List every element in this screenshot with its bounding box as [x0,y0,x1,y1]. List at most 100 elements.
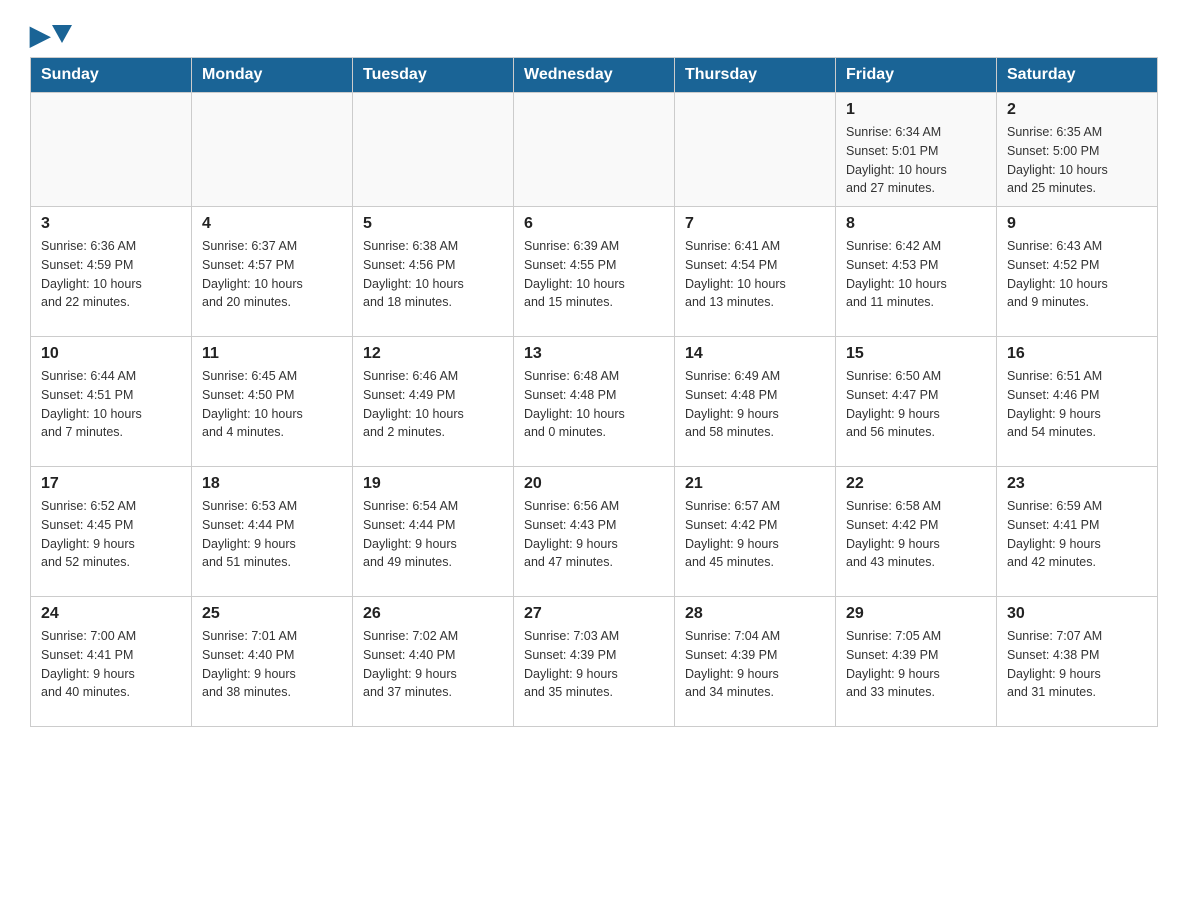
day-info: Sunrise: 6:52 AMSunset: 4:45 PMDaylight:… [41,497,181,572]
table-row: 10Sunrise: 6:44 AMSunset: 4:51 PMDayligh… [31,337,192,467]
day-number: 14 [685,345,825,363]
calendar-week-1: 1 Sunrise: 6:34 AMSunset: 5:01 PMDaylight… [31,93,1158,207]
table-row: 4 Sunrise: 6:37 AMSunset: 4:57 PMDaylight… [192,207,353,337]
weekday-header-saturday: Saturday [997,58,1158,93]
day-number: 22 [846,475,986,493]
table-row: 15 Sunrise: 6:50 AMSunset: 4:47 PMDayligh… [836,337,997,467]
day-info: Sunrise: 6:59 AMSunset: 4:41 PMDaylight:… [1007,497,1147,572]
day-number: 9 [1007,215,1147,233]
day-info: Sunrise: 6:38 AMSunset: 4:56 PMDaylight:… [363,237,503,312]
table-row: 30 Sunrise: 7:07 AMSunset: 4:38 PMDayligh… [997,597,1158,727]
day-info: Sunrise: 6:57 AMSunset: 4:42 PMDaylight:… [685,497,825,572]
table-row: 21 Sunrise: 6:57 AMSunset: 4:42 PMDayligh… [675,467,836,597]
day-number: 8 [846,215,986,233]
logo-text: ▶ [30,20,72,51]
day-number: 16 [1007,345,1147,363]
day-number: 11 [202,345,342,363]
table-row: 19Sunrise: 6:54 AMSunset: 4:44 PMDayligh… [353,467,514,597]
day-number: 13 [524,345,664,363]
day-info: Sunrise: 6:45 AMSunset: 4:50 PMDaylight:… [202,367,342,442]
table-row [675,93,836,207]
day-info: Sunrise: 6:56 AMSunset: 4:43 PMDaylight:… [524,497,664,572]
table-row: 28Sunrise: 7:04 AMSunset: 4:39 PMDayligh… [675,597,836,727]
calendar-body: 1 Sunrise: 6:34 AMSunset: 5:01 PMDaylight… [31,93,1158,727]
calendar-week-3: 10Sunrise: 6:44 AMSunset: 4:51 PMDayligh… [31,337,1158,467]
weekday-header-thursday: Thursday [675,58,836,93]
table-row: 22Sunrise: 6:58 AMSunset: 4:42 PMDayligh… [836,467,997,597]
day-number: 19 [363,475,503,493]
day-info: Sunrise: 6:43 AMSunset: 4:52 PMDaylight:… [1007,237,1147,312]
day-number: 18 [202,475,342,493]
day-info: Sunrise: 6:53 AMSunset: 4:44 PMDaylight:… [202,497,342,572]
day-number: 24 [41,605,181,623]
day-info: Sunrise: 6:49 AMSunset: 4:48 PMDaylight:… [685,367,825,442]
day-number: 7 [685,215,825,233]
table-row: 29 Sunrise: 7:05 AMSunset: 4:39 PMDayligh… [836,597,997,727]
table-row: 20 Sunrise: 6:56 AMSunset: 4:43 PMDayligh… [514,467,675,597]
weekday-header-tuesday: Tuesday [353,58,514,93]
day-info: Sunrise: 6:34 AMSunset: 5:01 PMDaylight:… [846,123,986,198]
table-row [192,93,353,207]
table-row [353,93,514,207]
day-number: 3 [41,215,181,233]
day-info: Sunrise: 7:02 AMSunset: 4:40 PMDaylight:… [363,627,503,702]
table-row: 14 Sunrise: 6:49 AMSunset: 4:48 PMDayligh… [675,337,836,467]
day-info: Sunrise: 7:07 AMSunset: 4:38 PMDaylight:… [1007,627,1147,702]
table-row: 1 Sunrise: 6:34 AMSunset: 5:01 PMDaylight… [836,93,997,207]
weekday-header-monday: Monday [192,58,353,93]
day-info: Sunrise: 6:37 AMSunset: 4:57 PMDaylight:… [202,237,342,312]
day-info: Sunrise: 7:01 AMSunset: 4:40 PMDaylight:… [202,627,342,702]
day-number: 26 [363,605,503,623]
day-number: 29 [846,605,986,623]
table-row: 5Sunrise: 6:38 AMSunset: 4:56 PMDaylight… [353,207,514,337]
table-row [31,93,192,207]
day-number: 21 [685,475,825,493]
day-number: 28 [685,605,825,623]
day-number: 30 [1007,605,1147,623]
day-info: Sunrise: 6:48 AMSunset: 4:48 PMDaylight:… [524,367,664,442]
day-number: 23 [1007,475,1147,493]
table-row: 7 Sunrise: 6:41 AMSunset: 4:54 PMDaylight… [675,207,836,337]
day-info: Sunrise: 6:42 AMSunset: 4:53 PMDaylight:… [846,237,986,312]
day-number: 15 [846,345,986,363]
table-row: 23 Sunrise: 6:59 AMSunset: 4:41 PMDayligh… [997,467,1158,597]
table-row: 12 Sunrise: 6:46 AMSunset: 4:49 PMDayligh… [353,337,514,467]
weekday-header-friday: Friday [836,58,997,93]
table-row: 11 Sunrise: 6:45 AMSunset: 4:50 PMDayligh… [192,337,353,467]
day-number: 1 [846,101,986,119]
table-row: 8 Sunrise: 6:42 AMSunset: 4:53 PMDaylight… [836,207,997,337]
calendar-week-4: 17 Sunrise: 6:52 AMSunset: 4:45 PMDayligh… [31,467,1158,597]
calendar-table: SundayMondayTuesdayWednesdayThursdayFrid… [30,57,1158,727]
day-number: 25 [202,605,342,623]
table-row: 16 Sunrise: 6:51 AMSunset: 4:46 PMDayligh… [997,337,1158,467]
logo: ▶ [30,20,72,47]
table-row: 26 Sunrise: 7:02 AMSunset: 4:40 PMDayligh… [353,597,514,727]
table-row: 25 Sunrise: 7:01 AMSunset: 4:40 PMDayligh… [192,597,353,727]
day-info: Sunrise: 7:03 AMSunset: 4:39 PMDaylight:… [524,627,664,702]
day-number: 4 [202,215,342,233]
table-row: 3 Sunrise: 6:36 AMSunset: 4:59 PMDaylight… [31,207,192,337]
logo-triangle-icon [52,25,72,43]
day-info: Sunrise: 6:35 AMSunset: 5:00 PMDaylight:… [1007,123,1147,198]
day-number: 12 [363,345,503,363]
day-number: 17 [41,475,181,493]
table-row [514,93,675,207]
day-info: Sunrise: 6:46 AMSunset: 4:49 PMDaylight:… [363,367,503,442]
day-number: 2 [1007,101,1147,119]
day-info: Sunrise: 6:50 AMSunset: 4:47 PMDaylight:… [846,367,986,442]
table-row: 13 Sunrise: 6:48 AMSunset: 4:48 PMDayligh… [514,337,675,467]
day-number: 6 [524,215,664,233]
table-row: 24 Sunrise: 7:00 AMSunset: 4:41 PMDayligh… [31,597,192,727]
logo-blue-text: ▶ [30,20,50,51]
day-info: Sunrise: 6:36 AMSunset: 4:59 PMDaylight:… [41,237,181,312]
table-row: 18 Sunrise: 6:53 AMSunset: 4:44 PMDayligh… [192,467,353,597]
page-header: ▶ [30,20,1158,47]
day-number: 27 [524,605,664,623]
day-number: 10 [41,345,181,363]
day-number: 20 [524,475,664,493]
day-info: Sunrise: 6:51 AMSunset: 4:46 PMDaylight:… [1007,367,1147,442]
day-info: Sunrise: 7:00 AMSunset: 4:41 PMDaylight:… [41,627,181,702]
calendar-week-5: 24 Sunrise: 7:00 AMSunset: 4:41 PMDayligh… [31,597,1158,727]
day-info: Sunrise: 6:41 AMSunset: 4:54 PMDaylight:… [685,237,825,312]
day-info: Sunrise: 7:05 AMSunset: 4:39 PMDaylight:… [846,627,986,702]
